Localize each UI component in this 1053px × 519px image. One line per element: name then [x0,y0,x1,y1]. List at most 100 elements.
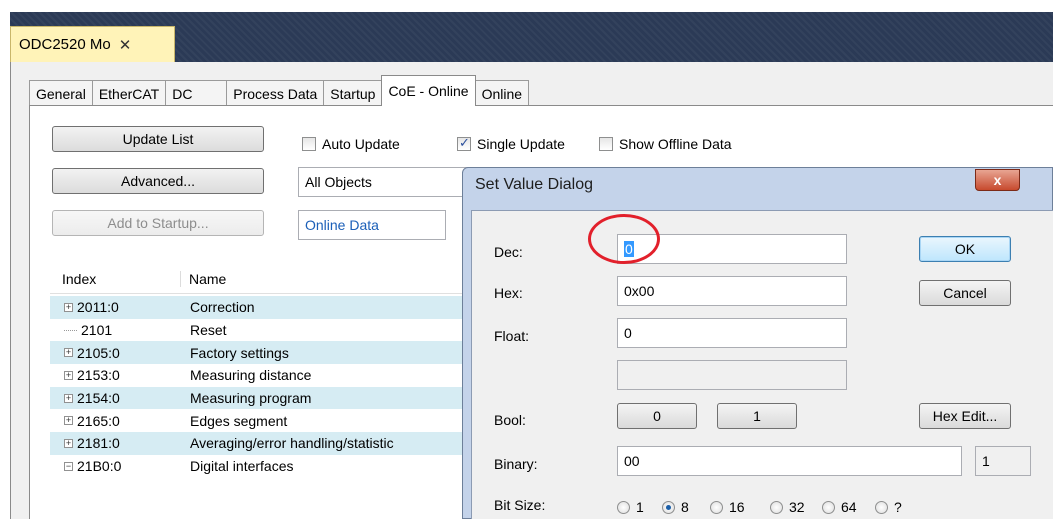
tab-process-data[interactable]: Process Data [226,80,325,106]
hex-edit-button[interactable]: Hex Edit... [919,403,1011,429]
radio-icon[interactable] [617,500,630,514]
table-row[interactable]: 2101 Reset [50,319,490,342]
column-header-name[interactable]: Name [180,270,226,287]
row-name: Measuring distance [190,367,312,384]
tab-online[interactable]: Online [474,80,530,106]
float-input[interactable]: 0 [617,318,847,348]
advanced-button[interactable]: Advanced... [52,168,264,194]
object-list-header: Index Name [50,264,490,294]
bit-size-32-label: 32 [789,499,805,515]
highlight-circle [588,214,660,264]
row-index: 2181:0 [77,435,120,452]
bit-size-radio-8[interactable]: 8 [662,499,689,515]
row-index: 2165:0 [77,412,120,429]
single-update-label: Single Update [477,136,565,152]
document-tab[interactable]: ODC2520 Mo ✕ [10,26,175,62]
column-header-index[interactable]: Index [50,271,180,287]
property-tabs: General EtherCAT DC Process Data Startup… [29,74,530,106]
row-index-cell: +2165:0 [50,413,190,429]
bit-size-16-label: 16 [729,499,745,515]
row-index: 2101 [81,322,113,339]
expand-icon[interactable]: + [64,302,73,312]
ok-button[interactable]: OK [919,236,1011,262]
objects-filter-select[interactable]: All Objects [298,167,468,197]
checkbox-box[interactable] [302,137,316,151]
bool-label: Bool: [494,412,526,428]
expand-icon[interactable]: + [64,348,73,358]
row-name: Averaging/error handling/statistic [190,435,394,452]
radio-icon[interactable] [875,500,888,514]
row-name: Factory settings [190,344,289,361]
table-row[interactable]: +2105:0 Factory settings [50,341,490,365]
document-tab-label: ODC2520 Mo [19,36,111,53]
close-icon[interactable]: x [975,169,1020,191]
radio-icon[interactable] [770,500,783,514]
row-name: Edges segment [190,412,288,429]
radio-selected-icon[interactable] [662,500,675,514]
bit-size-radio-other[interactable]: ? [875,499,902,515]
collapse-icon[interactable]: − [64,461,73,471]
row-index: 2105:0 [77,344,120,361]
document-tab-bar: ODC2520 Mo ✕ [10,12,1053,62]
table-row[interactable]: +2154:0 Measuring program [50,386,490,410]
dec-label: Dec: [494,244,523,260]
tab-dc[interactable]: DC [165,80,228,106]
row-index: 21B0:0 [77,458,122,475]
single-update-checkbox[interactable]: Single Update [457,135,565,152]
row-name: Correction [190,299,255,316]
cancel-button[interactable]: Cancel [919,280,1011,306]
expand-icon[interactable]: + [64,393,73,403]
object-list: +2011:0 Correction 2101 Reset +2105:0 Factory… [50,296,490,478]
auto-update-label: Auto Update [322,136,400,152]
close-icon[interactable]: ✕ [119,36,132,54]
bool-1-button[interactable]: 1 [717,403,797,429]
tab-startup[interactable]: Startup [323,80,383,106]
float-label: Float: [494,328,530,344]
row-index: 2153:0 [77,367,120,384]
binary-label: Binary: [494,456,538,472]
row-index-cell: +2153:0 [50,367,190,383]
row-name: Reset [190,322,227,339]
bit-size-radio-1[interactable]: 1 [617,499,644,515]
binary-input[interactable]: 00 [617,446,962,476]
bit-size-radio-16[interactable]: 16 [710,499,745,515]
row-name: Measuring program [190,390,312,407]
table-row[interactable]: −21B0:0 Digital interfaces [50,455,490,478]
show-offline-data-checkbox[interactable]: Show Offline Data [599,136,732,152]
tree-line [64,329,77,331]
radio-icon[interactable] [710,500,723,514]
bool-0-button[interactable]: 0 [617,403,697,429]
set-value-dialog: Set Value Dialog x Dec: 0 Hex: 0x00 Floa… [462,167,1053,519]
bit-size-8-label: 8 [681,499,689,515]
row-index: 2154:0 [77,390,120,407]
row-index-cell: +2105:0 [50,345,190,361]
show-offline-label: Show Offline Data [619,136,732,152]
update-list-button[interactable]: Update List [52,126,264,152]
expand-icon[interactable]: + [64,416,73,426]
row-index-cell: 2101 [50,322,190,338]
binary-count-field: 1 [975,446,1031,476]
expand-icon[interactable]: + [64,370,73,380]
add-to-startup-button[interactable]: Add to Startup... [52,210,264,236]
row-index-cell: +2154:0 [50,390,190,406]
checkbox-box[interactable] [599,137,613,151]
tab-general[interactable]: General [29,80,93,106]
table-row[interactable]: +2165:0 Edges segment [50,409,490,432]
tab-ethercat[interactable]: EtherCAT [91,80,167,106]
radio-icon[interactable] [822,500,835,514]
table-row[interactable]: +2181:0 Averaging/error handling/statisti… [50,432,490,455]
dialog-body: Dec: 0 Hex: 0x00 Float: 0 Bool: 0 1 Bina… [471,210,1053,519]
tab-coe-online[interactable]: CoE - Online [381,75,476,106]
auto-update-checkbox[interactable]: Auto Update [302,136,400,152]
hex-label: Hex: [494,285,523,301]
data-source-field[interactable]: Online Data [298,210,446,240]
hex-input[interactable]: 0x00 [617,276,847,306]
table-row[interactable]: +2153:0 Measuring distance [50,364,490,387]
row-index-cell: −21B0:0 [50,458,190,474]
bit-size-radio-64[interactable]: 64 [822,499,857,515]
bit-size-radio-32[interactable]: 32 [770,499,805,515]
expand-icon[interactable]: + [64,438,73,448]
table-row[interactable]: +2011:0 Correction [50,296,490,319]
checkbox-box-checked[interactable] [457,135,471,151]
row-index-cell: +2011:0 [50,299,190,315]
